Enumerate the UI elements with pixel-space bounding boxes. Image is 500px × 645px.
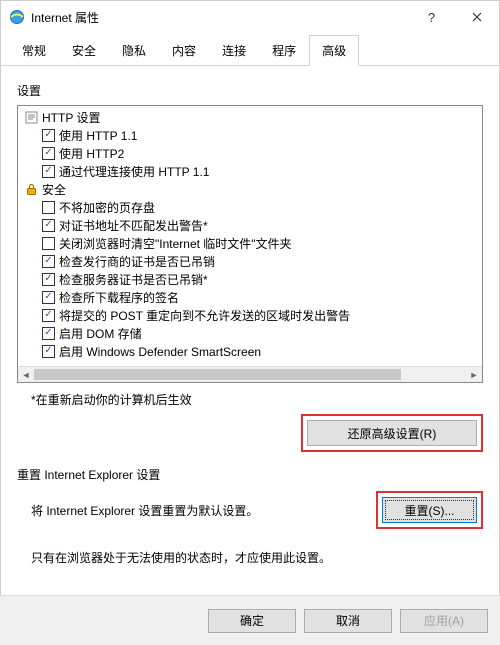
settings-tree[interactable]: HTTP 设置使用 HTTP 1.1使用 HTTP2通过代理连接使用 HTTP … — [17, 105, 483, 383]
tree-label: 不将加密的页存盘 — [59, 199, 155, 216]
tree-item[interactable]: 对证书地址不匹配发出警告* — [20, 216, 480, 234]
tree-item[interactable]: 不将加密的页存盘 — [20, 198, 480, 216]
tab-内容[interactable]: 内容 — [159, 35, 209, 65]
tree-category: 安全 — [20, 180, 480, 198]
tree-label: 检查服务器证书是否已吊销* — [59, 271, 208, 288]
tree-item[interactable]: 启用 Windows Defender SmartScreen — [20, 342, 480, 360]
tab-strip: 常规安全隐私内容连接程序高级 — [1, 35, 499, 66]
tree-label: 通过代理连接使用 HTTP 1.1 — [59, 163, 209, 180]
reset-description: 将 Internet Explorer 设置重置为默认设置。 — [17, 502, 366, 519]
tree-label: 检查所下载程序的签名 — [59, 289, 179, 306]
restore-advanced-button[interactable]: 还原高级设置(R) — [307, 420, 477, 446]
tree-label: 关闭浏览器时清空"Internet 临时文件"文件夹 — [59, 235, 292, 252]
reset-hint: 只有在浏览器处于无法使用的状态时，才应使用此设置。 — [17, 549, 483, 566]
checkbox[interactable] — [42, 237, 55, 250]
tab-高级[interactable]: 高级 — [309, 35, 359, 66]
reset-section-title: 重置 Internet Explorer 设置 — [17, 466, 483, 483]
tree-item[interactable]: 通过代理连接使用 HTTP 1.1 — [20, 162, 480, 180]
tree-label: 对证书地址不匹配发出警告* — [59, 217, 208, 234]
close-button[interactable] — [454, 2, 499, 32]
window-title: Internet 属性 — [31, 9, 409, 26]
tree-item[interactable]: 检查服务器证书是否已吊销* — [20, 270, 480, 288]
restore-highlight: 还原高级设置(R) — [301, 414, 483, 452]
checkbox[interactable] — [42, 273, 55, 286]
reset-highlight: 重置(S)... — [376, 491, 483, 529]
scroll-thumb[interactable] — [34, 369, 401, 380]
tree-label: 使用 HTTP2 — [59, 145, 124, 162]
tree-item[interactable]: 启用 DOM 存储 — [20, 324, 480, 342]
checkbox[interactable] — [42, 291, 55, 304]
checkbox[interactable] — [42, 165, 55, 178]
scroll-left-arrow[interactable]: ◄ — [18, 367, 34, 382]
tree-item[interactable]: 检查发行商的证书是否已吊销 — [20, 252, 480, 270]
tree-label: 检查发行商的证书是否已吊销 — [59, 253, 215, 270]
reset-button[interactable]: 重置(S)... — [382, 497, 477, 523]
settings-label: 设置 — [17, 82, 483, 99]
checkbox[interactable] — [42, 327, 55, 340]
tree-label: 将提交的 POST 重定向到不允许发送的区域时发出警告 — [59, 307, 350, 324]
tree-item[interactable]: 关闭浏览器时清空"Internet 临时文件"文件夹 — [20, 234, 480, 252]
tree-label: 启用 Windows Defender SmartScreen — [59, 343, 261, 360]
apply-button[interactable]: 应用(A) — [400, 609, 488, 633]
dialog-footer: 确定 取消 应用(A) — [0, 595, 500, 645]
help-button[interactable]: ? — [409, 2, 454, 32]
tab-程序[interactable]: 程序 — [259, 35, 309, 65]
page-icon — [24, 110, 38, 124]
tree-label: 使用 HTTP 1.1 — [59, 127, 137, 144]
app-icon — [9, 9, 25, 25]
tree-item[interactable]: 检查所下载程序的签名 — [20, 288, 480, 306]
checkbox[interactable] — [42, 255, 55, 268]
tab-连接[interactable]: 连接 — [209, 35, 259, 65]
checkbox[interactable] — [42, 201, 55, 214]
restart-note: *在重新启动你的计算机后生效 — [31, 391, 483, 408]
scroll-right-arrow[interactable]: ► — [466, 367, 482, 382]
tree-label: 启用 DOM 存储 — [59, 325, 142, 342]
checkbox[interactable] — [42, 309, 55, 322]
tree-item[interactable]: 将提交的 POST 重定向到不允许发送的区域时发出警告 — [20, 306, 480, 324]
tree-label: 安全 — [42, 181, 66, 198]
horizontal-scrollbar[interactable]: ◄ ► — [18, 366, 482, 382]
cancel-button[interactable]: 取消 — [304, 609, 392, 633]
tab-安全[interactable]: 安全 — [59, 35, 109, 65]
checkbox[interactable] — [42, 345, 55, 358]
checkbox[interactable] — [42, 147, 55, 160]
tree-label: HTTP 设置 — [42, 109, 100, 126]
ok-button[interactable]: 确定 — [208, 609, 296, 633]
lock-icon — [24, 182, 38, 196]
tree-item[interactable]: 使用 HTTP 1.1 — [20, 126, 480, 144]
tab-隐私[interactable]: 隐私 — [109, 35, 159, 65]
titlebar: Internet 属性 ? — [1, 1, 499, 33]
tree-category: HTTP 设置 — [20, 108, 480, 126]
checkbox[interactable] — [42, 129, 55, 142]
tab-常规[interactable]: 常规 — [9, 35, 59, 65]
tree-item[interactable]: 使用 HTTP2 — [20, 144, 480, 162]
checkbox[interactable] — [42, 219, 55, 232]
